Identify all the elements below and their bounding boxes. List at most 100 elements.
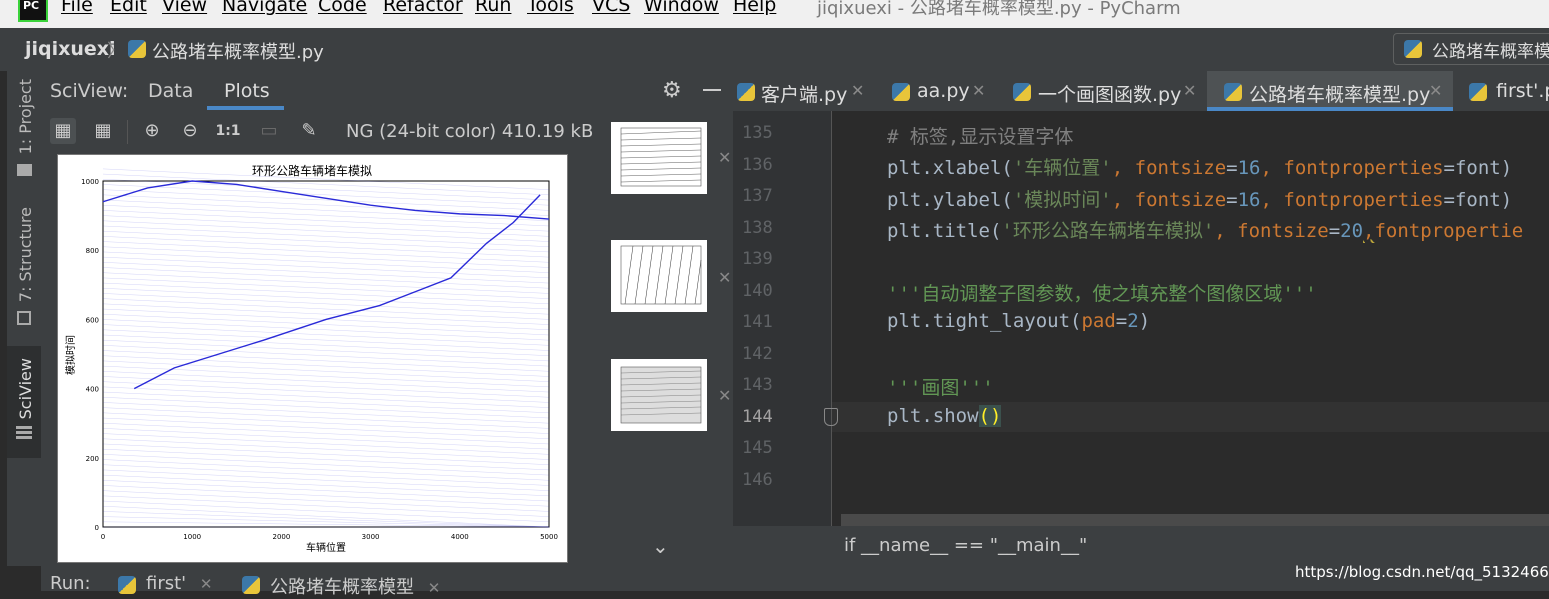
editor-tab-drawing-function[interactable]: 一个画图函数.py ✕ xyxy=(1013,71,1203,111)
close-tab-icon[interactable]: ✕ xyxy=(428,579,441,597)
close-tab-icon[interactable]: ✕ xyxy=(851,81,864,100)
tab-data[interactable]: Data xyxy=(148,80,193,102)
python-icon xyxy=(118,576,136,594)
menu-window[interactable]: Window xyxy=(644,0,719,16)
line-number: 141 xyxy=(742,312,773,332)
code-line-135[interactable]: # 标签,显示设置字体 xyxy=(887,122,1073,149)
fold-marker-icon[interactable] xyxy=(824,408,838,426)
python-file-icon xyxy=(1469,83,1487,101)
zoom-out-icon[interactable]: ⊖ xyxy=(177,118,203,144)
zoom-in-icon[interactable]: ⊕ xyxy=(139,118,165,144)
thumbnail-3-image xyxy=(620,366,702,424)
editor-breadcrumb[interactable]: if __name__ == "__main__" xyxy=(844,535,1087,556)
tab-project[interactable]: 1: Project xyxy=(7,71,41,191)
number-token: 2 xyxy=(1127,310,1139,332)
chevron-down-icon[interactable]: ⌄ xyxy=(652,534,669,558)
code-line-136[interactable]: plt.xlabel('车辆位置', fontsize=16, fontprop… xyxy=(887,153,1512,180)
plot-image[interactable]: 环形公路车辆堵车模拟 车辆位置 模拟时间 0 1000 2000 3000 4000 50… xyxy=(57,154,568,563)
close-thumbnail-3-icon[interactable]: ✕ xyxy=(718,386,731,405)
editor-tab-label: 客户端.py xyxy=(761,84,848,106)
minimize-icon[interactable] xyxy=(703,89,721,91)
number-token: 16 xyxy=(1237,157,1261,179)
close-tab-icon[interactable]: ✕ xyxy=(200,575,213,593)
docstring: '''自动调整子图参数，使之填充整个图像区域''' xyxy=(887,283,1317,305)
close-tab-icon[interactable]: ✕ xyxy=(1183,81,1196,100)
code-token: plt.xlabel( xyxy=(887,157,1013,179)
python-file-icon xyxy=(1224,83,1242,101)
plot-thumbnail-1[interactable] xyxy=(611,122,707,194)
code-line-137[interactable]: plt.ylabel('模拟时间', fontsize=16, fontprop… xyxy=(887,185,1512,212)
keyword-arg: fontproperties xyxy=(1283,157,1444,179)
tab-structure[interactable]: 7: Structure xyxy=(7,199,41,339)
settings-gear-icon[interactable]: ⚙ xyxy=(662,78,682,103)
editor-tab-traffic-model[interactable]: 公路堵车概率模型.py ✕ xyxy=(1224,71,1449,111)
code-token: plt.show xyxy=(887,405,979,427)
thumbnail-1-image xyxy=(620,127,702,187)
actual-size-button[interactable]: 1:1 xyxy=(215,118,241,144)
plot-ylabel: 模拟时间 xyxy=(64,335,77,375)
menu-refactor[interactable]: Refactor xyxy=(383,0,463,16)
string-token: '车辆位置' xyxy=(1012,157,1112,179)
menu-vcs[interactable]: VCS xyxy=(592,0,630,16)
x-tick-label: 5000 xyxy=(540,533,558,541)
code-line-141[interactable]: plt.tight_layout(pad=2) xyxy=(887,310,1150,332)
menu-bar: PC File Edit View Navigate Code Refactor… xyxy=(0,0,1549,28)
editor-tab-first[interactable]: first'.p xyxy=(1469,71,1549,111)
keyword-arg: fontsize xyxy=(1134,157,1227,179)
code-token: ) xyxy=(1138,310,1151,332)
line-number: 145 xyxy=(742,438,773,458)
menu-edit[interactable]: Edit xyxy=(110,0,147,16)
close-thumbnail-2-icon[interactable]: ✕ xyxy=(718,268,731,287)
plot-thumbnail-2[interactable] xyxy=(611,240,707,312)
number-token: 20 xyxy=(1340,220,1364,242)
toolbar-divider xyxy=(127,120,128,144)
breadcrumb-separator-icon: 〉 xyxy=(107,41,125,62)
window-title: jiqixuexi - 公路堵车概率模型.py - PyCharm xyxy=(817,0,1181,19)
menu-view[interactable]: View xyxy=(162,0,207,16)
plot-thumbnail-3[interactable] xyxy=(611,359,707,431)
run-tab-traffic-model[interactable]: 公路堵车概率模型 ✕ xyxy=(242,573,440,599)
keyword-arg: fontsize xyxy=(1237,220,1329,242)
x-tick-label: 2000 xyxy=(272,533,290,541)
code-token: font) xyxy=(1454,189,1513,211)
code-line-138[interactable]: plt.title('环形公路车辆堵车模拟', fontsize=20,font… xyxy=(887,216,1549,243)
breadcrumb-project[interactable]: jiqixuexi xyxy=(25,38,116,60)
tab-sciview[interactable]: SciView xyxy=(7,346,41,458)
color-picker-icon[interactable]: ✎ xyxy=(296,118,322,144)
left-tool-stripe: 1: Project 7: Structure SciView xyxy=(7,71,41,566)
line-number: 142 xyxy=(742,344,773,364)
code-line-144[interactable]: plt.show() xyxy=(887,405,1002,427)
menu-navigate[interactable]: Navigate xyxy=(222,0,307,16)
menu-code[interactable]: Code xyxy=(318,0,367,16)
editor-tab-label: aa.py xyxy=(917,80,970,102)
menu-run[interactable]: Run xyxy=(475,0,511,16)
close-thumbnail-1-icon[interactable]: ✕ xyxy=(718,148,731,167)
menu-tools[interactable]: Tools xyxy=(527,0,574,16)
python-file-icon xyxy=(1013,83,1031,101)
close-tab-icon[interactable]: ✕ xyxy=(972,81,985,100)
close-tab-icon[interactable]: ✕ xyxy=(1429,81,1442,100)
run-configuration-select[interactable]: 公路堵车概率模 xyxy=(1393,33,1549,65)
line-number: 146 xyxy=(742,470,773,490)
code-line-143[interactable]: '''画图''' xyxy=(887,373,994,400)
editor-tab-aa[interactable]: aa.py ✕ xyxy=(892,71,992,111)
code-line-140[interactable]: '''自动调整子图参数，使之填充整个图像区域''' xyxy=(887,279,1317,306)
transparency-grid-icon[interactable]: ▦ xyxy=(50,118,76,144)
menu-file[interactable]: File xyxy=(61,0,93,16)
fit-zoom-icon[interactable]: ▭ xyxy=(256,118,282,144)
code-token: font) xyxy=(1454,157,1513,179)
editor-tab-label: 公路堵车概率模型.py xyxy=(1249,84,1431,106)
string-token: '模拟时间' xyxy=(1012,189,1112,211)
code-token: plt.ylabel( xyxy=(887,189,1013,211)
image-info: NG (24-bit color) 410.19 kB xyxy=(346,121,594,142)
code-token: plt.tight_layout( xyxy=(887,310,1082,332)
tab-sciview-label: SciView xyxy=(16,358,35,420)
tab-plots[interactable]: Plots xyxy=(224,80,270,102)
y-tick-label: 200 xyxy=(86,455,99,463)
horizontal-scrollbar[interactable] xyxy=(841,514,1549,526)
show-grid-icon[interactable]: ▦ xyxy=(90,118,116,144)
breadcrumb-file[interactable]: 公路堵车概率模型.py xyxy=(152,38,324,64)
menu-help[interactable]: Help xyxy=(733,0,776,16)
tab-project-label: 1: Project xyxy=(16,79,35,155)
editor-tab-client[interactable]: 客户端.py ✕ xyxy=(737,71,877,111)
